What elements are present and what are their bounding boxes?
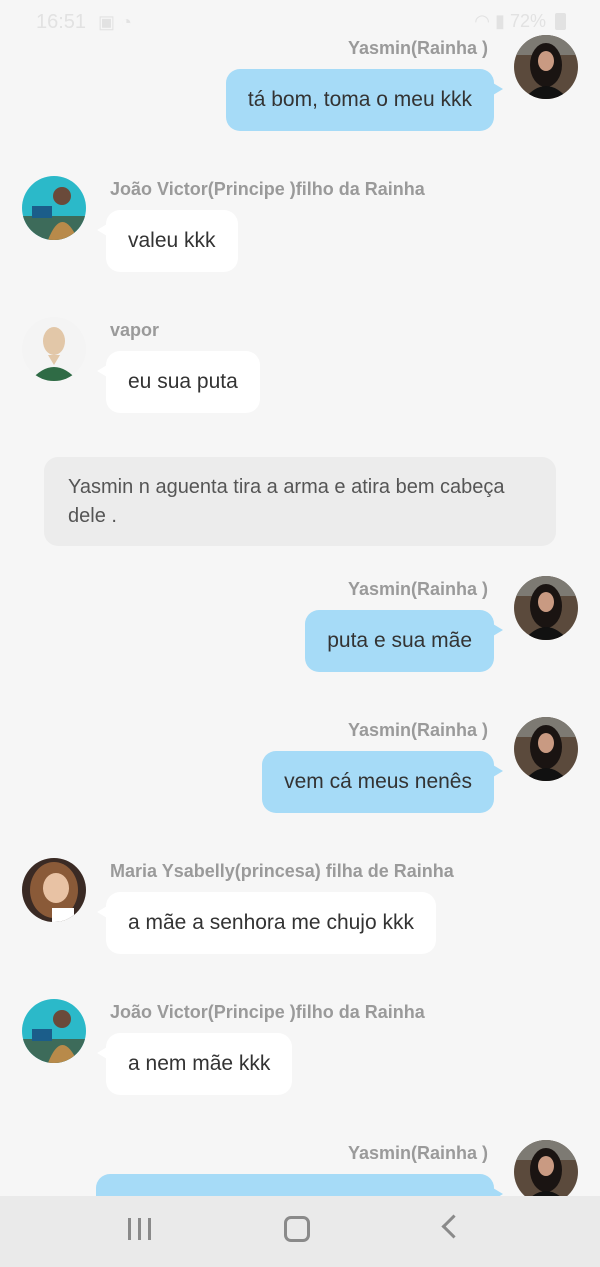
message-bubble[interactable]: puta e sua mãe (305, 610, 503, 672)
system-message: Yasmin n aguenta tira a arma e atira bem… (44, 457, 556, 546)
sender-name: Maria Ysabelly(princesa) filha de Rainha (110, 861, 454, 881)
wifi-icon: ◠ (474, 11, 491, 31)
message-bubble[interactable]: tá bom, toma o meu kkk (225, 69, 504, 131)
status-bar: 16:51 ▣◔ ◠ ▮ 72% (0, 0, 600, 44)
vapor-avatar[interactable] (22, 317, 86, 381)
yasmin-avatar[interactable] (514, 1140, 578, 1196)
navigation-bar (0, 1196, 600, 1267)
sender-name: João Victor(Principe )filho da Rainha (110, 1002, 425, 1022)
message-bubble[interactable]: a nem mãe kkk (96, 1033, 293, 1095)
message-bubble[interactable] (96, 1174, 503, 1196)
home-icon[interactable] (284, 1216, 310, 1242)
joao-avatar[interactable] (22, 176, 86, 240)
battery-level: 72% (509, 11, 546, 31)
yasmin-avatar[interactable] (514, 35, 578, 99)
maria-avatar[interactable] (22, 858, 86, 922)
sender-name: Yasmin(Rainha ) (347, 1143, 488, 1163)
message-bubble[interactable]: valeu kkk (97, 210, 238, 272)
sender-name: Yasmin(Rainha ) (347, 579, 488, 599)
recent-apps-icon[interactable] (128, 1218, 152, 1240)
yasmin-avatar[interactable] (514, 576, 578, 640)
message-bubble[interactable]: vem cá meus nenês (262, 751, 503, 813)
yasmin-avatar[interactable] (514, 717, 578, 781)
sender-name: Yasmin(Rainha ) (347, 720, 488, 740)
joao-avatar[interactable] (22, 999, 86, 1063)
battery-icon (555, 13, 566, 30)
back-icon[interactable] (441, 1214, 466, 1239)
chat-feed[interactable]: Yasmin(Rainha ) tá bom, toma o meu kkk J… (0, 0, 600, 1196)
message-bubble[interactable]: eu sua puta (97, 351, 260, 413)
status-icons: ◠ ▮ 72% (474, 11, 566, 32)
notification-icons: ▣◔ (98, 12, 138, 32)
message-bubble[interactable]: a mãe a senhora me chujo kkk (97, 892, 436, 954)
sender-name: João Victor(Principe )filho da Rainha (110, 179, 425, 199)
status-time: 16:51 (36, 11, 87, 33)
sender-name: vapor (110, 320, 160, 340)
signal-icon: ▮ (495, 11, 505, 31)
